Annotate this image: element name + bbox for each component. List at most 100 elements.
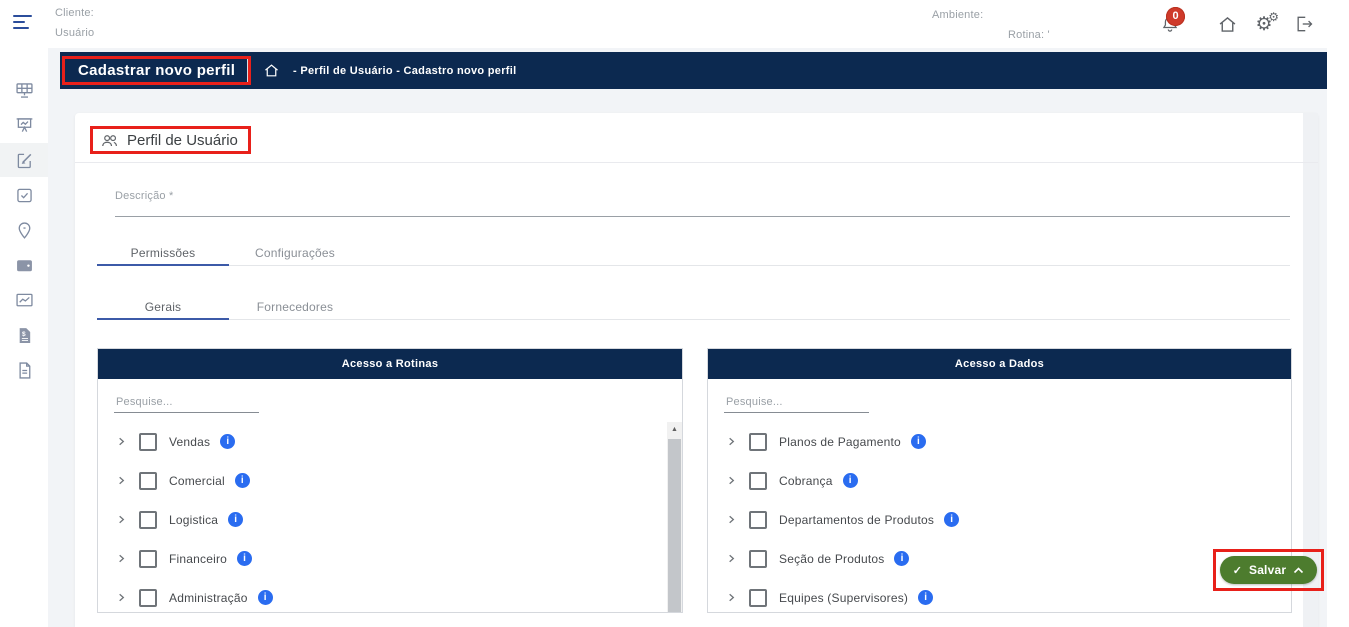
expand-chevron-icon[interactable] (116, 475, 127, 486)
description-input[interactable] (115, 201, 1290, 217)
content-card: Perfil de Usuário Descrição * Permissões… (75, 113, 1318, 627)
topbar: Cliente: Usuário Ambiente: Rotina: ' 0 ⚙… (0, 0, 1349, 48)
expand-chevron-icon[interactable] (726, 553, 737, 564)
item-label: Financeiro (169, 552, 227, 566)
info-icon[interactable]: i (944, 512, 959, 527)
expand-chevron-icon[interactable] (116, 436, 127, 447)
chevron-up-icon (1293, 567, 1304, 574)
tab-gerais[interactable]: Gerais (97, 294, 229, 319)
sidebar-item-tasks[interactable] (0, 178, 48, 212)
logout-button[interactable] (1292, 12, 1316, 36)
item-label: Planos de Pagamento (779, 435, 901, 449)
section-title: Perfil de Usuário (127, 132, 238, 149)
expand-chevron-icon[interactable] (726, 592, 737, 603)
item-checkbox[interactable] (139, 511, 157, 529)
breadcrumb: - Perfil de Usuário - Cadastro novo perf… (293, 65, 516, 77)
home-button[interactable] (1215, 12, 1239, 36)
item-checkbox[interactable] (139, 550, 157, 568)
item-checkbox[interactable] (139, 589, 157, 607)
expand-chevron-icon[interactable] (726, 475, 737, 486)
sidebar-item-presentation[interactable] (0, 108, 48, 142)
tab-fornecedores[interactable]: Fornecedores (229, 294, 361, 319)
scroll-up-button[interactable]: ▲ (667, 422, 682, 437)
annotation-box-title: Cadastrar novo perfil (62, 56, 251, 85)
line-chart-icon (14, 290, 35, 311)
page-title: Cadastrar novo perfil (78, 62, 235, 79)
settings-button[interactable]: ⚙ ⚙ (1252, 12, 1276, 36)
info-icon[interactable]: i (258, 590, 273, 605)
tree-item: Comercial i (98, 461, 682, 500)
item-label: Logistica (169, 513, 218, 527)
menu-icon[interactable] (13, 15, 35, 31)
sidebar: $ (0, 48, 48, 627)
scrollbar-thumb[interactable] (668, 439, 681, 612)
sidebar-item-invoice[interactable]: $ (0, 318, 48, 352)
info-icon[interactable]: i (220, 434, 235, 449)
tree-item: Planos de Pagamento i (708, 422, 1291, 461)
rotinas-tree: Vendas i Comercial i (98, 422, 682, 613)
tree-item: Administração i (98, 578, 682, 613)
item-checkbox[interactable] (749, 433, 767, 451)
expand-chevron-icon[interactable] (116, 592, 127, 603)
expand-chevron-icon[interactable] (726, 514, 737, 525)
annotation-box-save: ✓ Salvar (1213, 549, 1324, 591)
sidebar-item-chart[interactable] (0, 283, 48, 317)
rotinas-scrollbar[interactable]: ▲ (667, 422, 682, 612)
item-checkbox[interactable] (749, 550, 767, 568)
task-check-icon (14, 185, 35, 206)
tab-label: Gerais (145, 300, 182, 314)
tree-item: Cobrança i (708, 461, 1291, 500)
item-label: Comercial (169, 474, 225, 488)
ambiente-label: Ambiente: (932, 9, 983, 21)
item-label: Departamentos de Produtos (779, 513, 934, 527)
document-icon (14, 360, 35, 381)
sidebar-item-edit[interactable] (0, 143, 48, 177)
info-icon[interactable]: i (894, 551, 909, 566)
info-icon[interactable]: i (911, 434, 926, 449)
expand-chevron-icon[interactable] (726, 436, 737, 447)
item-checkbox[interactable] (749, 589, 767, 607)
info-icon[interactable]: i (918, 590, 933, 605)
item-checkbox[interactable] (749, 511, 767, 529)
expand-chevron-icon[interactable] (116, 553, 127, 564)
tab-label: Permissões (131, 246, 196, 260)
info-icon[interactable]: i (235, 473, 250, 488)
notifications-button[interactable]: 0 (1158, 12, 1182, 36)
item-label: Seção de Produtos (779, 552, 884, 566)
tree-item: Departamentos de Produtos i (708, 500, 1291, 539)
item-checkbox[interactable] (749, 472, 767, 490)
settings-gear-small-icon: ⚙ (1268, 11, 1279, 23)
info-icon[interactable]: i (843, 473, 858, 488)
breadcrumb-home-icon (263, 62, 280, 79)
save-button[interactable]: ✓ Salvar (1220, 556, 1317, 584)
location-pin-icon (14, 220, 35, 241)
dados-tree: Planos de Pagamento i Cobrança i (708, 422, 1291, 613)
info-icon[interactable]: i (228, 512, 243, 527)
logout-icon (1294, 14, 1314, 34)
sidebar-item-wallet[interactable] (0, 248, 48, 282)
panel-title: Acesso a Rotinas (98, 349, 682, 379)
presentation-chart-icon (14, 115, 35, 136)
permission-panels: Acesso a Rotinas Vendas i (97, 348, 1292, 613)
dados-search-input[interactable] (724, 392, 869, 413)
sidebar-item-document[interactable] (0, 353, 48, 387)
storefront-icon (14, 80, 35, 101)
home-icon (1217, 14, 1238, 35)
wallet-icon (14, 255, 35, 276)
expand-chevron-icon[interactable] (116, 514, 127, 525)
item-checkbox[interactable] (139, 433, 157, 451)
info-icon[interactable]: i (237, 551, 252, 566)
item-label: Vendas (169, 435, 210, 449)
tab-configuracoes[interactable]: Configurações (229, 240, 361, 265)
rotina-label: Rotina: ' (1008, 29, 1050, 41)
tree-item: Financeiro i (98, 539, 682, 578)
tab-label: Fornecedores (257, 300, 333, 314)
tab-label: Configurações (255, 246, 335, 260)
item-checkbox[interactable] (139, 472, 157, 490)
sidebar-item-storefront[interactable] (0, 73, 48, 107)
tab-permissoes[interactable]: Permissões (97, 240, 229, 265)
item-label: Equipes (Supervisores) (779, 591, 908, 605)
rotinas-search-input[interactable] (114, 392, 259, 413)
breadcrumb-home-link[interactable] (263, 62, 280, 79)
sidebar-item-location[interactable] (0, 213, 48, 247)
